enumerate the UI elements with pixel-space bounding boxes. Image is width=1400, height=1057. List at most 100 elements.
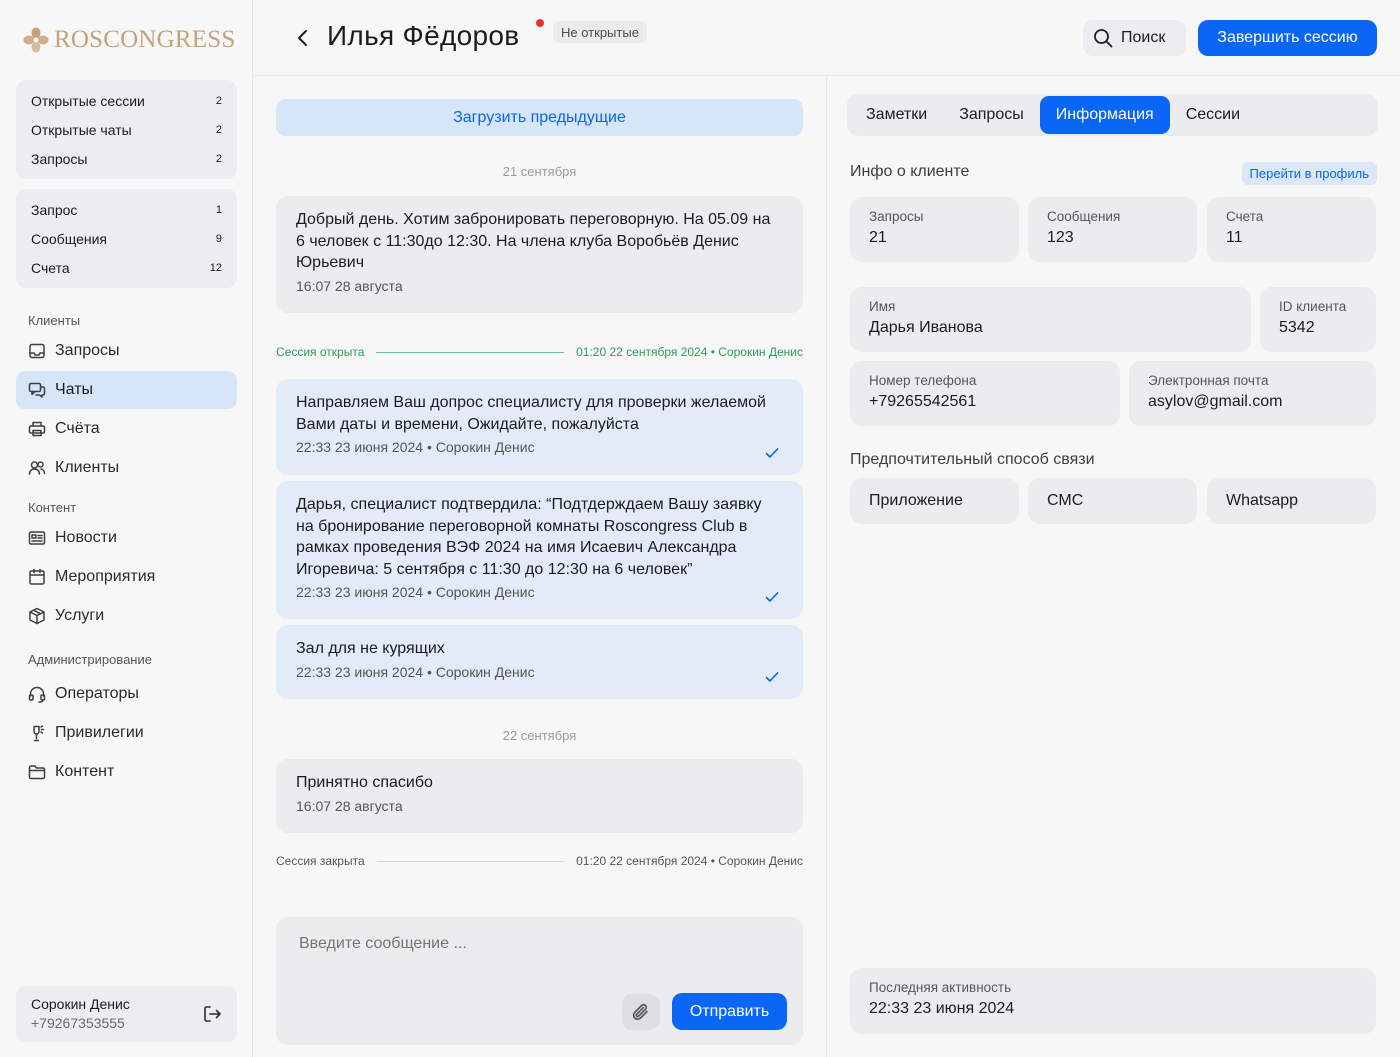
current-user-card: Сорокин Денис +79267353555 [16, 986, 237, 1042]
brand-name: ROSCONGRESS [54, 26, 236, 53]
contact-option-sms[interactable]: СМС [1028, 478, 1197, 524]
sidebar-item-services[interactable]: Услуги [16, 597, 237, 635]
counter-value: 2 [215, 94, 222, 107]
search-icon [1094, 29, 1113, 48]
sidebar-item-news[interactable]: Новости [16, 519, 237, 557]
load-previous-button[interactable]: Загрузить предыдущие [276, 99, 803, 136]
tab-information[interactable]: Информация [1039, 96, 1170, 134]
client-id-field: ID клиента 5342 [1260, 287, 1376, 352]
counter-card-activity: Запрос 1 Сообщения 9 Счета 12 [16, 189, 237, 288]
sidebar-item-invoices[interactable]: Счёта [16, 410, 237, 448]
counter-label: Открытые чаты [31, 121, 132, 138]
sidebar-item-label: Операторы [55, 685, 139, 702]
sidebar-item-label: Запросы [55, 342, 120, 359]
message-incoming: Добрый день. Хотим забронировать перегов… [276, 196, 803, 313]
send-button[interactable]: Отправить [672, 993, 787, 1030]
search-button[interactable]: Поиск [1083, 20, 1186, 56]
message-outgoing: Зал для не курящих 22:33 23 июня 2024 • … [276, 625, 803, 699]
counter-value: 2 [215, 123, 222, 136]
field-label: Электронная почта [1148, 373, 1269, 388]
inbox-icon [29, 343, 45, 359]
counter-label: Запросы [31, 150, 88, 167]
end-session-button[interactable]: Завершить сессию [1198, 20, 1377, 56]
back-arrow-icon[interactable] [293, 27, 313, 49]
counter-value: 1 [215, 203, 222, 216]
field-value: 21 [869, 229, 887, 246]
user-name: Сорокин Денис [31, 996, 130, 1012]
field-label: Сообщения [1047, 209, 1121, 224]
box-icon [29, 607, 45, 625]
section-title-content: Контент [28, 500, 77, 515]
session-closed-divider: Сессия закрыта 01:20 22 сентября 2024 • … [276, 854, 803, 868]
news-icon [28, 531, 46, 545]
session-opened-meta: 01:20 22 сентября 2024 • Сорокин Денис [576, 345, 803, 359]
sidebar-item-label: Счёта [55, 420, 100, 437]
message-meta: 22:33 23 июня 2024 • Сорокин Денис [296, 439, 535, 455]
counter-label: Сообщения [31, 230, 107, 247]
sidebar-item-label: Новости [55, 529, 117, 546]
date-separator: 21 сентября [502, 164, 577, 179]
divider-line [376, 860, 565, 862]
counter-invoices[interactable]: Счета 12 [16, 253, 237, 282]
tab-sessions[interactable]: Сессии [1170, 96, 1256, 134]
user-phone: +79267353555 [31, 1015, 125, 1031]
contact-option-app[interactable]: Приложение [850, 478, 1019, 524]
counter-label: Запрос [31, 201, 78, 218]
field-label: Имя [869, 299, 896, 314]
counter-label: Открытые сессии [31, 92, 145, 109]
message-text: Направляем Ваш допрос специалисту для пр… [296, 394, 766, 433]
session-closed-meta: 01:20 22 сентября 2024 • Сорокин Денис [576, 854, 803, 868]
tab-notes[interactable]: Заметки [850, 96, 943, 134]
calendar-icon [29, 568, 45, 585]
sidebar-item-events[interactable]: Мероприятия [16, 558, 237, 596]
message-meta: 16:07 28 августа [296, 797, 403, 814]
sidebar-item-label: Клиенты [55, 459, 120, 476]
counter-value: 9 [215, 232, 222, 245]
session-closed-label: Сессия закрыта [276, 854, 365, 868]
counter-requests[interactable]: Запросы 2 [16, 144, 237, 173]
sidebar-item-privileges[interactable]: Привилегии [16, 714, 237, 752]
counter-card-open: Открытые сессии 2 Открытые чаты 2 Запросы 2 [16, 80, 237, 179]
go-to-profile-link[interactable]: Перейти в профиль [1241, 162, 1377, 185]
sidebar-item-operators[interactable]: Операторы [16, 675, 237, 713]
brand-logo[interactable]: ROSCONGRESS [22, 26, 235, 54]
sidebar-item-chats[interactable]: Чаты [16, 371, 237, 409]
privilege-icon [33, 725, 45, 742]
counter-messages[interactable]: Сообщения 9 [16, 224, 237, 253]
tab-requests[interactable]: Запросы [943, 96, 1040, 134]
sidebar-item-clients[interactable]: Клиенты [16, 449, 237, 487]
read-check-icon [765, 592, 779, 602]
field-value: 11 [1226, 229, 1243, 246]
sidebar-item-content[interactable]: Контент [16, 753, 237, 791]
counter-open-chats[interactable]: Открытые чаты 2 [16, 115, 237, 144]
message-composer: Отправить [276, 917, 803, 1045]
message-text: Добрый день. Хотим забронировать перегов… [296, 211, 771, 271]
message-incoming: Принятно спасибо 16:07 28 августа [276, 759, 803, 833]
counter-request[interactable]: Запрос 1 [16, 195, 237, 224]
field-value: asylov@gmail.com [1148, 393, 1283, 410]
session-opened-divider: Сессия открыта 01:20 22 сентября 2024 • … [276, 345, 803, 359]
counter-open-sessions[interactable]: Открытые сессии 2 [16, 86, 237, 115]
preferred-contact-heading: Предпочтительный способ связи [850, 451, 1095, 468]
section-title-clients: Клиенты [28, 313, 81, 328]
sidebar-item-requests[interactable]: Запросы [16, 332, 237, 370]
message-meta: 22:33 23 июня 2024 • Сорокин Денис [296, 663, 535, 680]
sidebar-item-label: Привилегии [55, 724, 144, 741]
message-text: Зал для не курящих [296, 640, 445, 657]
logout-icon[interactable] [202, 1004, 222, 1024]
search-button-label: Поиск [1121, 29, 1166, 46]
field-value: 22:33 23 июня 2024 [869, 1000, 1015, 1017]
stat-requests: Запросы 21 [850, 197, 1019, 262]
message-outgoing: Направляем Ваш допрос специалисту для пр… [276, 379, 803, 475]
users-icon [28, 461, 46, 475]
attach-button[interactable] [622, 994, 660, 1030]
sidebar-item-label: Чаты [55, 381, 94, 398]
message-input[interactable] [299, 935, 779, 953]
status-badge: Не открытые [553, 21, 647, 43]
field-label: Номер телефона [869, 373, 977, 388]
logo-mark-icon [23, 27, 49, 53]
stat-invoices: Счета 11 [1207, 197, 1376, 262]
contact-option-whatsapp[interactable]: Whatsapp [1207, 478, 1376, 524]
printer-icon [28, 421, 46, 437]
client-phone-field: Номер телефона +79265542561 [850, 361, 1120, 426]
